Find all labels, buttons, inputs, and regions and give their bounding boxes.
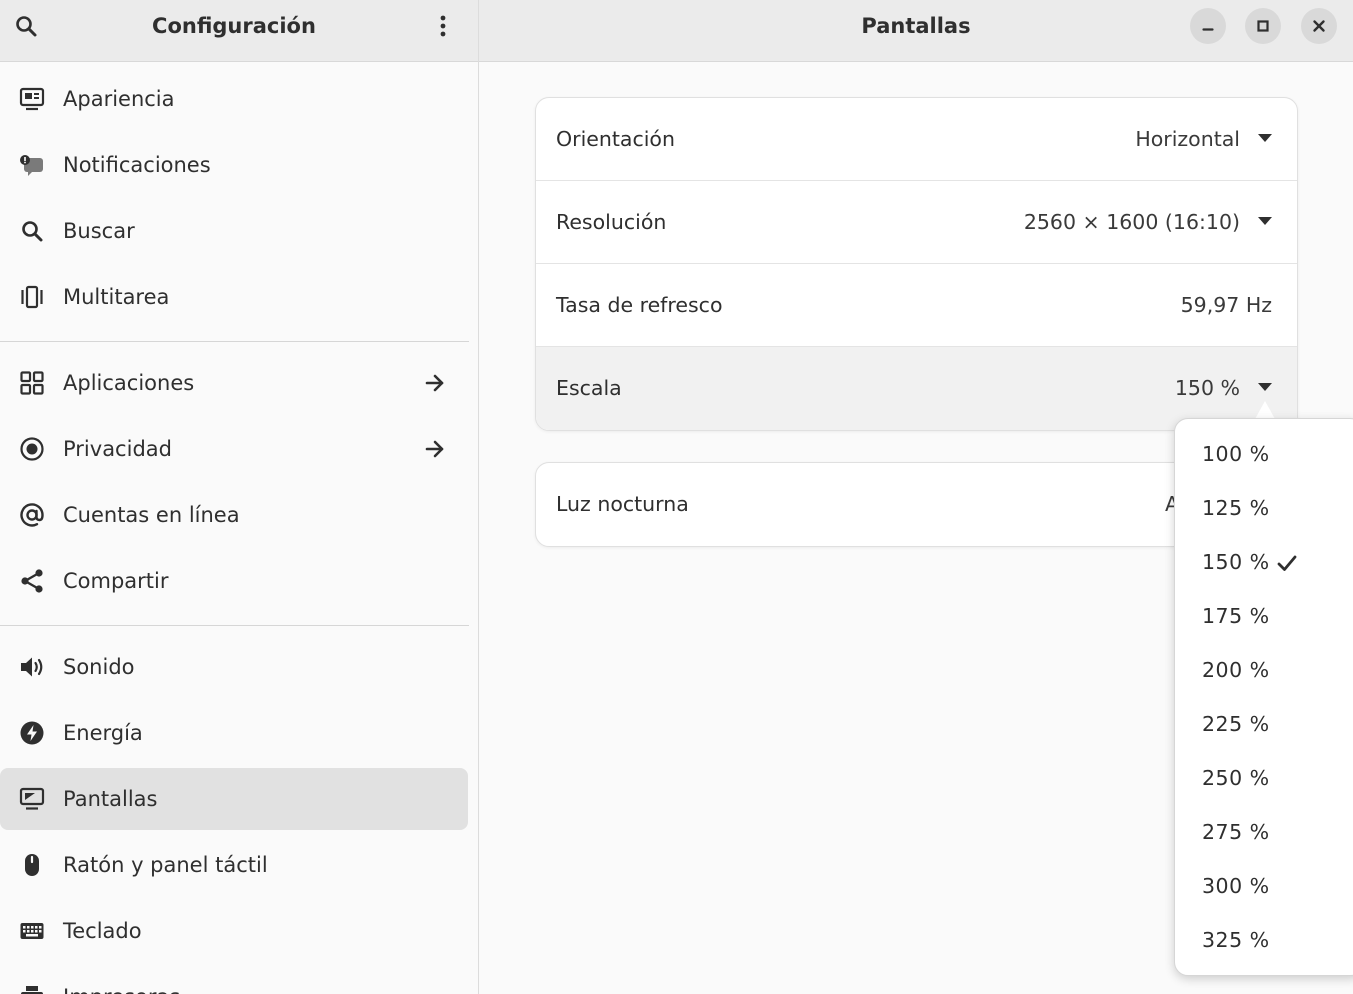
vertical-dots-menu-icon <box>440 15 446 37</box>
scale-option[interactable]: 100 % <box>1176 427 1353 481</box>
arrow-right-icon <box>425 440 444 458</box>
resolution-value: 2560 × 1600 (16:10) <box>1023 210 1240 234</box>
privacy-icon <box>19 436 45 462</box>
sidebar: Configuración Apariencia Notificaciones … <box>0 0 479 994</box>
scale-option[interactable]: 175 % <box>1176 589 1353 643</box>
sidebar-header: Configuración <box>0 0 478 62</box>
sidebar-item-label: Impresoras <box>63 985 180 994</box>
scale-popover: 100 % 125 % 150 % 175 % 200 % 225 % 250 … <box>1174 418 1353 976</box>
sidebar-item-notificaciones[interactable]: Notificaciones <box>0 134 468 196</box>
sidebar-item-buscar[interactable]: Buscar <box>0 200 468 262</box>
maximize-icon <box>1257 20 1269 32</box>
sidebar-item-label: Privacidad <box>63 437 172 461</box>
sidebar-item-pantallas[interactable]: Pantallas <box>0 768 468 830</box>
dropdown-caret-icon <box>1258 383 1272 391</box>
printer-icon <box>19 984 45 994</box>
notifications-icon <box>19 152 45 178</box>
scale-option[interactable]: 275 % <box>1176 805 1353 859</box>
apps-grid-icon <box>19 370 45 396</box>
refresh-rate-row: Tasa de refresco 59,97 Hz <box>536 264 1297 347</box>
maximize-button[interactable] <box>1245 8 1281 44</box>
search-icon <box>19 218 45 244</box>
sidebar-item-label: Ratón y panel táctil <box>63 853 268 877</box>
sidebar-item-label: Cuentas en línea <box>63 503 240 527</box>
minimize-button[interactable] <box>1190 8 1226 44</box>
scale-option[interactable]: 225 % <box>1176 697 1353 751</box>
sidebar-item-impresoras[interactable]: Impresoras <box>0 966 468 994</box>
display-settings-card: Orientación Horizontal Resolución 2560 ×… <box>535 97 1298 431</box>
sidebar-item-label: Compartir <box>63 569 169 593</box>
sidebar-separator <box>0 625 469 626</box>
scale-option[interactable]: 325 % <box>1176 913 1353 967</box>
sidebar-item-raton-y-panel-tactil[interactable]: Ratón y panel táctil <box>0 834 468 896</box>
sidebar-item-energia[interactable]: Energía <box>0 702 468 764</box>
display-icon <box>19 786 45 812</box>
scale-label: Escala <box>556 376 622 400</box>
sidebar-item-sonido[interactable]: Sonido <box>0 636 468 698</box>
minimize-icon <box>1202 28 1214 31</box>
checkmark-icon <box>1277 555 1297 571</box>
sidebar-item-label: Apariencia <box>63 87 175 111</box>
scale-value: 150 % <box>1174 376 1240 400</box>
sidebar-separator <box>0 341 469 342</box>
scale-option[interactable]: 250 % <box>1176 751 1353 805</box>
orientation-row[interactable]: Orientación Horizontal <box>536 98 1297 181</box>
sidebar-item-aplicaciones[interactable]: Aplicaciones <box>0 352 468 414</box>
night-light-label: Luz nocturna <box>556 492 689 516</box>
appearance-icon <box>19 86 45 112</box>
sidebar-item-apariencia[interactable]: Apariencia <box>0 68 468 130</box>
sidebar-item-label: Buscar <box>63 219 135 243</box>
power-bolt-icon <box>19 720 45 746</box>
orientation-label: Orientación <box>556 127 675 151</box>
sidebar-item-label: Sonido <box>63 655 135 679</box>
mouse-icon <box>19 852 45 878</box>
keyboard-icon <box>19 918 45 944</box>
popover-arrow <box>1255 401 1275 419</box>
scale-option[interactable]: 300 % <box>1176 859 1353 913</box>
close-icon <box>1313 20 1325 32</box>
resolution-label: Resolución <box>556 210 667 234</box>
sidebar-item-label: Aplicaciones <box>63 371 195 395</box>
refresh-rate-value: 59,97 Hz <box>1180 293 1272 317</box>
speaker-icon <box>19 654 45 680</box>
scale-row[interactable]: Escala 150 % <box>536 347 1297 430</box>
sidebar-item-cuentas-en-linea[interactable]: Cuentas en línea <box>0 484 468 546</box>
sidebar-item-teclado[interactable]: Teclado <box>0 900 468 962</box>
scale-option[interactable]: 125 % <box>1176 481 1353 535</box>
sidebar-item-multitarea[interactable]: Multitarea <box>0 266 468 328</box>
sidebar-item-compartir[interactable]: Compartir <box>0 550 468 612</box>
refresh-rate-label: Tasa de refresco <box>556 293 723 317</box>
sidebar-item-privacidad[interactable]: Privacidad <box>0 418 468 480</box>
multitasking-icon <box>19 284 45 310</box>
sidebar-item-label: Energía <box>63 721 143 745</box>
sidebar-item-label: Teclado <box>63 919 142 943</box>
sidebar-item-label: Notificaciones <box>63 153 211 177</box>
main-menu-button[interactable] <box>425 8 461 44</box>
dropdown-caret-icon <box>1258 134 1272 142</box>
scale-option[interactable]: 200 % <box>1176 643 1353 697</box>
scale-option-selected[interactable]: 150 % <box>1176 535 1353 589</box>
arrow-right-icon <box>425 374 444 392</box>
orientation-value: Horizontal <box>1135 127 1240 151</box>
sidebar-title: Configuración <box>152 14 316 38</box>
resolution-row[interactable]: Resolución 2560 × 1600 (16:10) <box>536 181 1297 264</box>
dropdown-caret-icon <box>1258 217 1272 225</box>
main-header: Pantallas <box>479 0 1353 62</box>
at-sign-icon <box>19 502 45 528</box>
share-icon <box>19 568 45 594</box>
close-button[interactable] <box>1301 8 1337 44</box>
sidebar-item-label: Multitarea <box>63 285 170 309</box>
sidebar-item-label: Pantallas <box>63 787 158 811</box>
